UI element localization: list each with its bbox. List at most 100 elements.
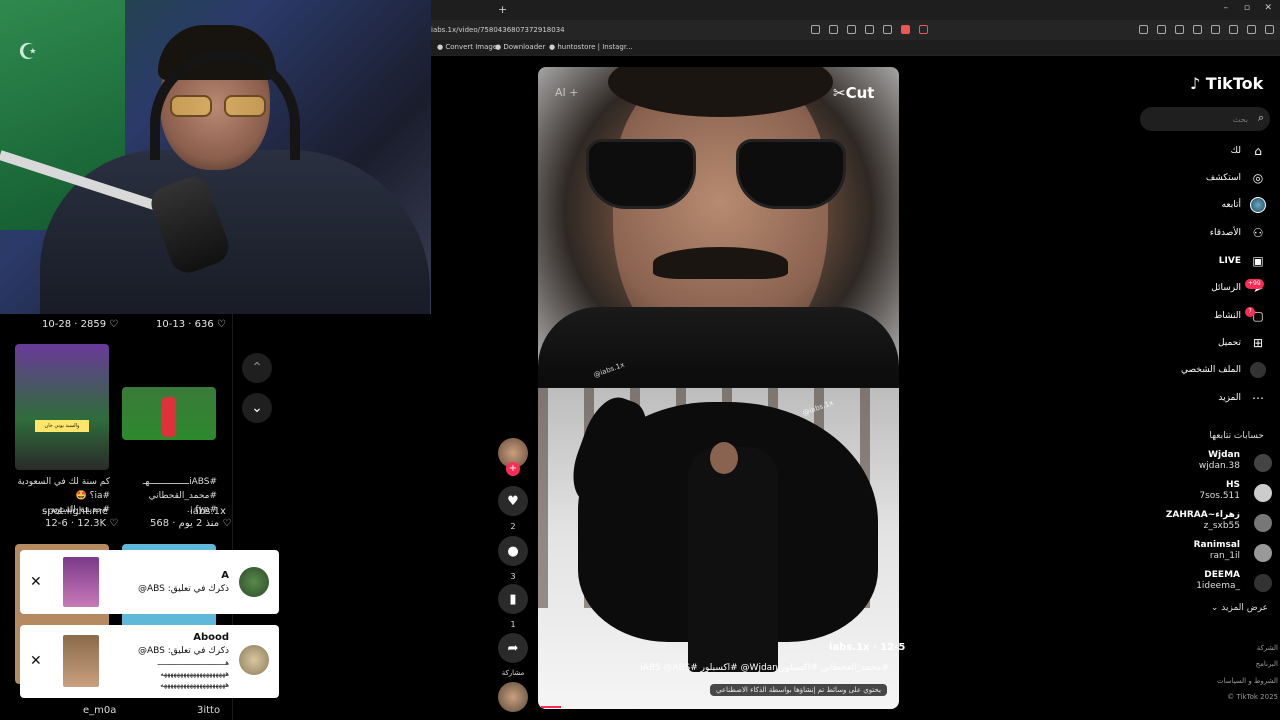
- show-more-button[interactable]: عرض المزيد ⌄: [1211, 603, 1268, 613]
- account-handle: z_sxb55: [1203, 521, 1240, 531]
- music-avatar[interactable]: [498, 682, 528, 712]
- address-bar[interactable]: iabs.1x/video/7580436807372918034: [431, 20, 1280, 40]
- video-caption[interactable]: #محمد_القحطاني #اكسبلور Wjdan@ #اكسبلور …: [597, 663, 889, 673]
- sidebar-item-profile[interactable]: الملف الشخصي: [1146, 359, 1266, 381]
- person-hoodie: [40, 150, 430, 314]
- shield-icon[interactable]: [1247, 25, 1256, 34]
- brave-shield-icon[interactable]: [901, 25, 910, 34]
- video-thumbnail[interactable]: [122, 387, 216, 440]
- capcut-logo: ✂Cut: [833, 84, 875, 102]
- followed-account[interactable]: ZAHRAA~زهراء z_sxb55: [1148, 510, 1278, 536]
- following-avatar-icon: [1250, 197, 1266, 213]
- menu-icon[interactable]: [1265, 25, 1274, 34]
- upload-icon: ⊞: [1252, 336, 1264, 350]
- search-input[interactable]: [1148, 111, 1248, 127]
- zoom-icon[interactable]: [847, 25, 856, 34]
- share-action[interactable]: ➦ مشاركة: [498, 633, 528, 677]
- footer-link[interactable]: البرنامج: [1256, 660, 1278, 668]
- notification-body-line: هـــــــــــــــــــــــــــــــــ: [157, 659, 229, 667]
- notification-card[interactable]: ✕ Abood ذكرك في تعليق: ABS@ هـــــــــــ…: [20, 625, 279, 698]
- following-accounts-title: حسابات تتابعها: [1209, 431, 1264, 441]
- avatar: [239, 567, 269, 597]
- account-handle: ran_1il: [1209, 551, 1240, 561]
- comment-action[interactable]: ● 3: [498, 536, 528, 581]
- close-icon[interactable]: ✕: [30, 574, 42, 590]
- sidebar-item-more[interactable]: المزيد ⋯: [1146, 387, 1266, 409]
- sidebar-item-label: المزيد: [1218, 393, 1241, 403]
- followed-account[interactable]: Wjdan wjdan.38: [1148, 450, 1278, 476]
- webcam-overlay: ☪: [0, 0, 431, 314]
- like-action[interactable]: ♥ 2: [498, 486, 528, 531]
- leo-icon[interactable]: [1229, 25, 1238, 34]
- sidebar-item-foryou[interactable]: لك ⌂: [1146, 140, 1266, 162]
- chevron-up-icon: ⌃: [251, 360, 263, 376]
- footer-link[interactable]: الشركة: [1257, 644, 1278, 652]
- sidebar-item-live[interactable]: LIVE ▣: [1146, 250, 1266, 272]
- followed-account[interactable]: HS 7sos.511: [1148, 480, 1278, 506]
- account-name: HS: [1225, 480, 1240, 490]
- url-text[interactable]: iabs.1x/video/7580436807372918034: [431, 26, 565, 34]
- install-icon[interactable]: [829, 25, 838, 34]
- close-icon[interactable]: ✕: [30, 653, 42, 669]
- save-action[interactable]: ▮ 1: [498, 584, 528, 629]
- search-icon[interactable]: ⌕: [1258, 111, 1264, 125]
- sidebar-item-explore[interactable]: استكشف ◎: [1146, 167, 1266, 189]
- comment-icon[interactable]: ●: [498, 536, 528, 566]
- heart-icon[interactable]: ♥: [498, 486, 528, 516]
- extension-icon[interactable]: [1157, 25, 1166, 34]
- music-icon[interactable]: [1175, 25, 1184, 34]
- creator-avatar[interactable]: +: [498, 438, 528, 476]
- sidebar-item-following[interactable]: أتابعه: [1146, 194, 1266, 216]
- search-bar[interactable]: ⌕: [1140, 107, 1270, 131]
- video-date: 12-6: [45, 518, 68, 529]
- footer-link[interactable]: الشروط و السياسات: [1217, 677, 1278, 685]
- video-user[interactable]: iabs.1x: [190, 506, 226, 517]
- scroll-up-button[interactable]: ⌃: [242, 353, 272, 383]
- sidebar-item-label: الرسائل: [1211, 283, 1241, 293]
- close-window-button[interactable]: ✕: [1264, 3, 1272, 13]
- video-author[interactable]: iabs.1x · 12-5: [829, 642, 905, 653]
- logo-text: TikTok: [1205, 74, 1264, 93]
- new-tab-button[interactable]: +: [498, 3, 507, 16]
- tiktok-logo[interactable]: ♪ TikTok: [1190, 74, 1263, 93]
- wallet-icon[interactable]: [1211, 25, 1220, 34]
- video-user[interactable]: 3itto: [197, 705, 220, 716]
- video-thumbnail[interactable]: والسيد يوني خان: [15, 344, 109, 470]
- sidebar-item-upload[interactable]: تحميل ⊞: [1146, 332, 1266, 354]
- share-icon[interactable]: [865, 25, 874, 34]
- bookmark-item[interactable]: ● huntostore | Instagr...: [549, 43, 633, 51]
- follow-plus-icon[interactable]: +: [506, 462, 520, 476]
- extension-icon[interactable]: [1139, 25, 1148, 34]
- video-user[interactable]: e_m0a: [83, 705, 116, 716]
- bookmark-item[interactable]: ● Downloader: [495, 43, 545, 51]
- share-icon[interactable]: ➦: [498, 633, 528, 663]
- avatar: [1254, 514, 1272, 532]
- video-meta: منذ 2 يوم · 568 ♡: [150, 518, 232, 529]
- bookmark-item[interactable]: ● Convert Image: [437, 43, 497, 51]
- sidebar-item-label: الملف الشخصي: [1181, 365, 1241, 375]
- video-man: [688, 447, 778, 672]
- maximize-button[interactable]: ▫: [1244, 3, 1250, 13]
- sidebar-item-friends[interactable]: الأصدقاء ⚇: [1146, 222, 1266, 244]
- bookmark-star-icon[interactable]: [883, 25, 892, 34]
- notification-card[interactable]: ✕ A ذكرك في تعليق: ABS@: [20, 550, 279, 614]
- grid-stat-1: 10-28 · 2859 ♡: [42, 319, 119, 330]
- followed-account[interactable]: DEEMA 1ideema_: [1148, 570, 1278, 596]
- bookmark-icon[interactable]: ▮: [498, 584, 528, 614]
- sidebar-item-label: استكشف: [1205, 173, 1241, 183]
- followed-account[interactable]: Ranimsaا ran_1il: [1148, 540, 1278, 566]
- video-user[interactable]: spot.light.me: [42, 506, 108, 517]
- notification-body: ذكرك في تعليق: ABS@: [137, 584, 229, 594]
- video-progress-bar[interactable]: [541, 706, 561, 708]
- video-player[interactable]: [538, 67, 899, 709]
- minimize-button[interactable]: –: [1224, 3, 1229, 13]
- sidebar-item-label: النشاط: [1213, 311, 1241, 321]
- avatar: [1254, 574, 1272, 592]
- account-name: Ranimsaا: [1193, 540, 1240, 550]
- brave-rewards-icon[interactable]: [919, 25, 928, 34]
- scroll-down-button[interactable]: ⌄: [242, 393, 272, 423]
- more-icon: ⋯: [1252, 391, 1264, 405]
- cast-icon[interactable]: [811, 25, 820, 34]
- sidebar-icon[interactable]: [1193, 25, 1202, 34]
- notification-body-line: ههههههههههههههههههههه: [160, 681, 229, 689]
